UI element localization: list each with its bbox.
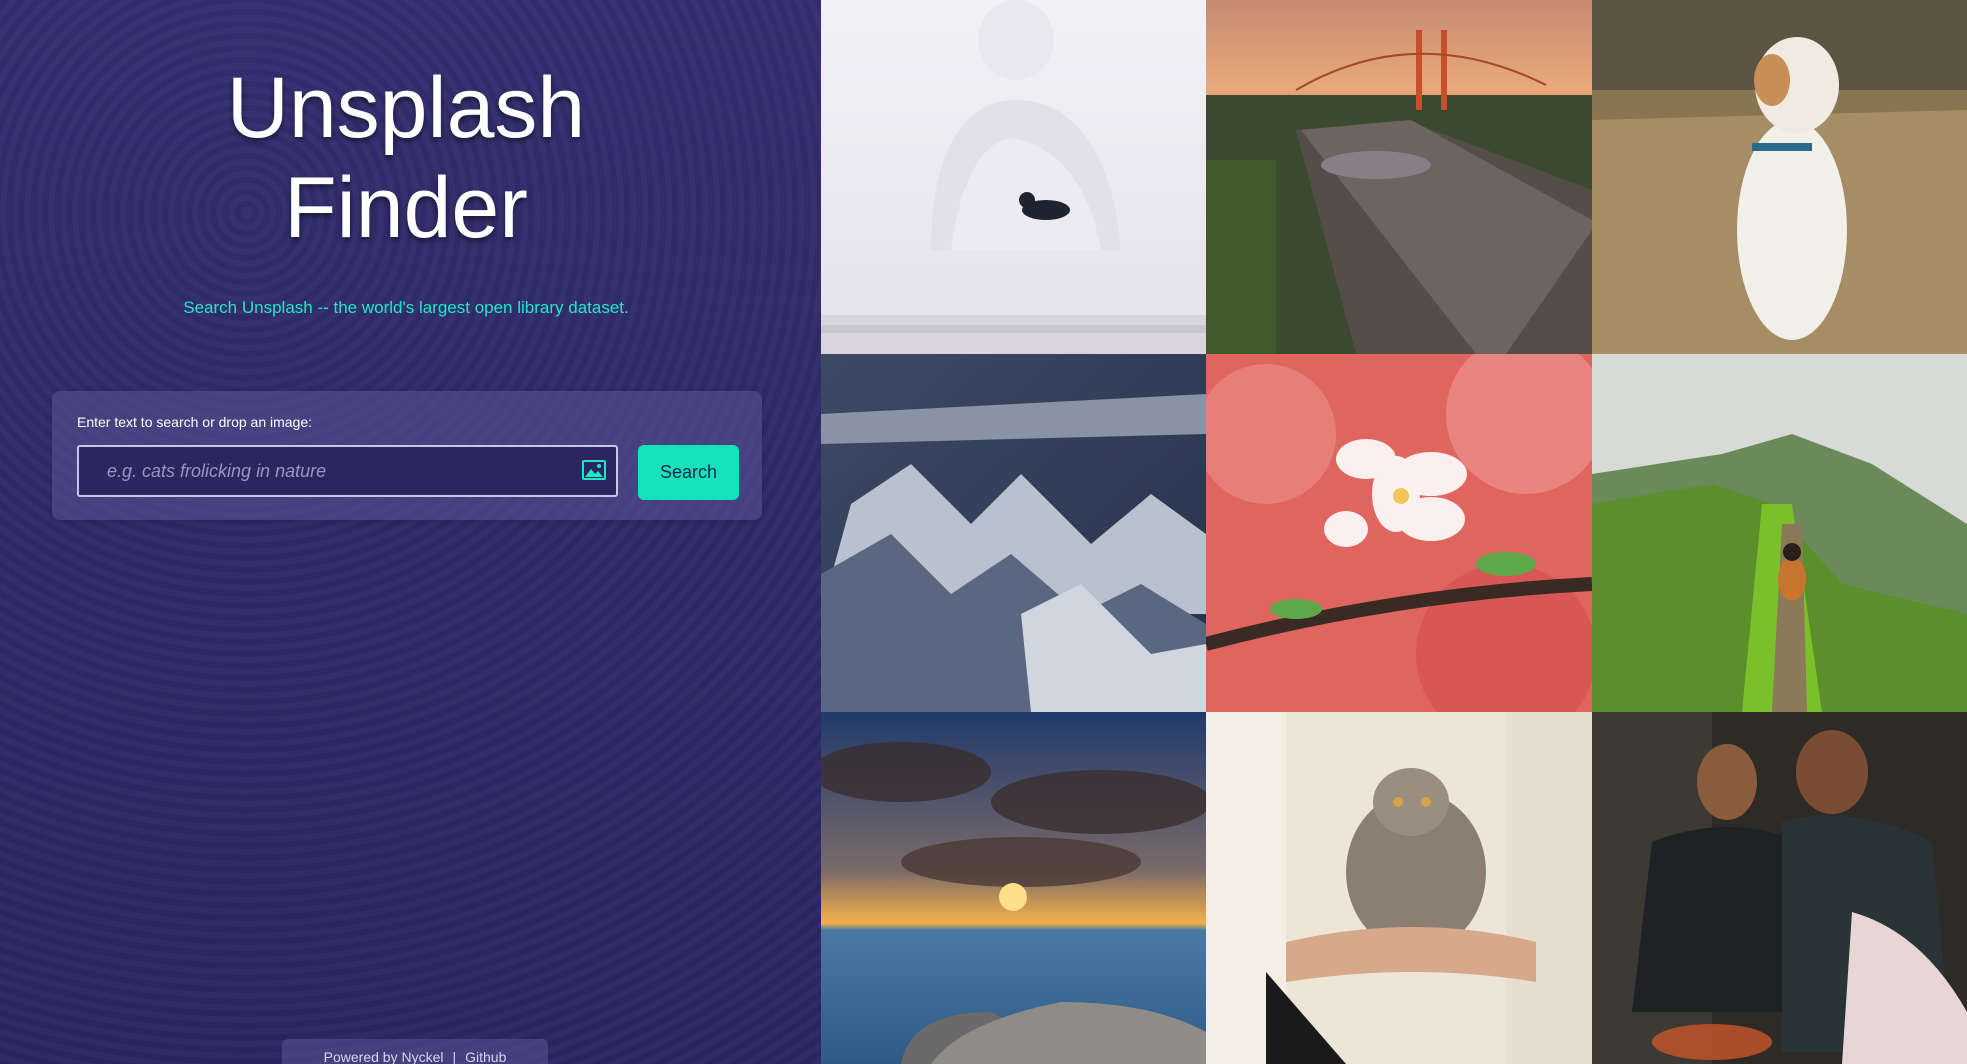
gallery-image[interactable] bbox=[821, 712, 1206, 1064]
app-title: Unsplash Finder bbox=[0, 58, 812, 258]
gallery-image[interactable] bbox=[1206, 712, 1592, 1064]
app-subtitle: Search Unsplash -- the world's largest o… bbox=[183, 298, 629, 317]
title-line-1: Unsplash bbox=[226, 60, 586, 156]
search-button[interactable]: Search bbox=[638, 445, 739, 500]
gallery-image[interactable] bbox=[1206, 354, 1592, 712]
image-icon[interactable] bbox=[582, 460, 606, 480]
footer-separator: | bbox=[452, 1049, 457, 1064]
search-panel: Enter text to search or drop an image: S… bbox=[52, 391, 762, 520]
gallery-image[interactable] bbox=[1592, 712, 1967, 1064]
footer-bar: Powered by Nyckel | Github bbox=[282, 1039, 548, 1064]
image-gallery bbox=[821, 0, 1967, 1064]
search-label: Enter text to search or drop an image: bbox=[77, 414, 313, 430]
gallery-image[interactable] bbox=[821, 0, 1206, 354]
search-sidebar: Unsplash Finder Search Unsplash -- the w… bbox=[0, 0, 821, 1064]
gallery-image[interactable] bbox=[1592, 0, 1967, 354]
search-field[interactable] bbox=[77, 445, 618, 497]
gallery-image[interactable] bbox=[1592, 354, 1967, 712]
title-line-2: Finder bbox=[284, 160, 528, 256]
powered-by-link[interactable]: Powered by Nyckel bbox=[324, 1049, 444, 1064]
search-input[interactable] bbox=[79, 447, 559, 495]
github-link[interactable]: Github bbox=[465, 1049, 506, 1064]
gallery-image[interactable] bbox=[1206, 0, 1592, 354]
gallery-image[interactable] bbox=[821, 354, 1206, 712]
